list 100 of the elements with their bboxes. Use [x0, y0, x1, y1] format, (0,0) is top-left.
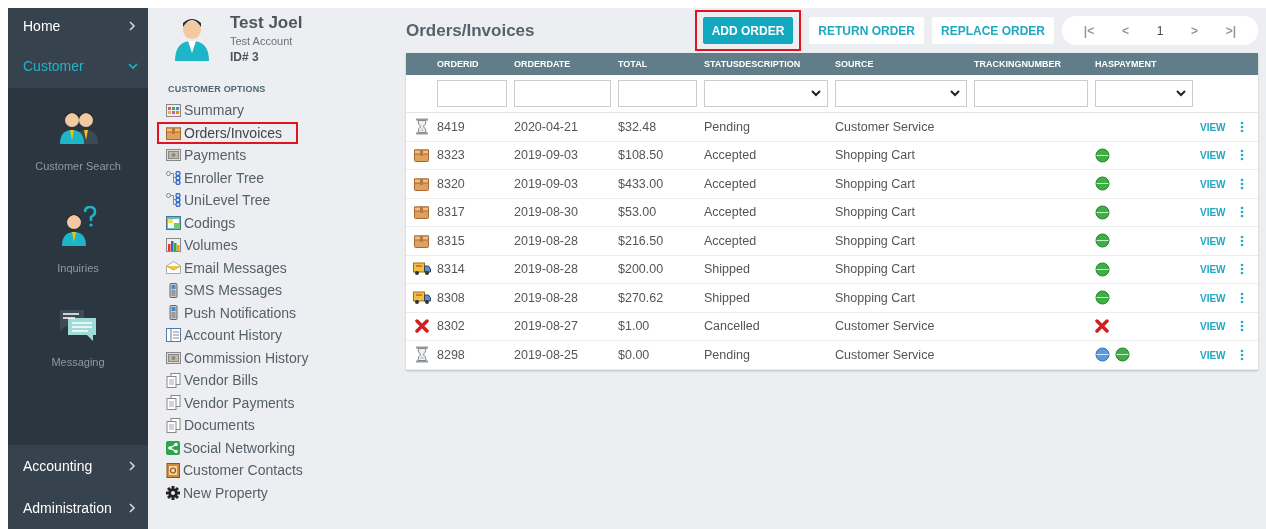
filter-field[interactable] — [514, 80, 611, 107]
banknote-icon — [166, 149, 181, 162]
filter-field[interactable] — [974, 80, 1088, 107]
filter-dropdown[interactable] — [1095, 80, 1193, 107]
option-link[interactable]: Email Messages — [157, 256, 303, 279]
more-icon — [1240, 206, 1244, 219]
page-nav-button[interactable]: >| — [1225, 23, 1237, 38]
column-header[interactable]: ORDERID — [437, 59, 514, 69]
button[interactable]: ADD ORDER — [702, 17, 794, 44]
option-link[interactable]: UniLevel Tree — [157, 189, 287, 212]
table-cell: Shipped — [704, 290, 750, 305]
table-cell: $108.50 — [618, 148, 664, 163]
hierarchy-icon — [166, 170, 181, 185]
view-link[interactable]: VIEW — [1200, 178, 1226, 190]
option-link[interactable]: New Property — [157, 481, 284, 504]
view-link[interactable]: VIEW — [1200, 264, 1226, 276]
column-header[interactable]: SOURCE — [835, 59, 974, 69]
option-link[interactable]: Account History — [157, 324, 299, 347]
mobile-phone-icon — [166, 305, 181, 321]
view-link[interactable]: VIEW — [1200, 292, 1226, 304]
option-link[interactable]: Codings — [157, 211, 252, 234]
customer-name: Test Joel — [230, 13, 303, 33]
view-link[interactable]: VIEW — [1200, 321, 1226, 333]
table-cell: $216.50 — [618, 233, 664, 248]
chevron-right-icon — [128, 461, 138, 471]
option-link[interactable]: Orders/Invoices — [157, 121, 299, 144]
table-cell: Shopping Cart — [835, 262, 915, 277]
column-header[interactable]: HASPAYMENT — [1095, 59, 1200, 69]
chevron-right-icon — [128, 21, 138, 31]
table-cell: 8320 — [437, 176, 465, 191]
caret-down-icon — [1176, 90, 1186, 97]
account-type: Test Account — [230, 35, 294, 47]
filter-dropdown[interactable] — [704, 80, 828, 107]
view-link[interactable]: VIEW — [1200, 150, 1226, 162]
table-cell: Pending — [704, 119, 750, 134]
grid-icon — [166, 103, 181, 117]
option-link[interactable]: Payments — [157, 144, 263, 167]
nav-link[interactable]: Messaging — [51, 356, 105, 368]
button[interactable]: RETURN ORDER — [809, 17, 924, 44]
nav-item[interactable]: Home — [8, 8, 148, 44]
column-header[interactable]: TRACKINGNUMBER — [974, 59, 1095, 69]
table-cell: 8315 — [437, 233, 465, 248]
column-header[interactable]: STATUSDESCRIPTION — [704, 59, 835, 69]
view-link[interactable]: VIEW — [1200, 207, 1226, 219]
page-nav-button[interactable]: < — [1121, 23, 1129, 38]
view-link[interactable]: VIEW — [1200, 121, 1226, 133]
table-cell: $200.00 — [618, 262, 664, 277]
caret-down-icon — [950, 90, 960, 97]
filter-field[interactable] — [437, 80, 507, 107]
table-cell: 2020-04-21 — [514, 119, 578, 134]
page-nav-button[interactable]: > — [1191, 23, 1199, 38]
option-link[interactable]: Push Notifications — [157, 301, 313, 324]
nav-item[interactable]: Accounting — [8, 445, 148, 487]
view-link[interactable]: VIEW — [1200, 349, 1226, 361]
table-cell: $1.00 — [618, 319, 650, 334]
customer-id: ID# 3 — [230, 50, 260, 64]
filter-dropdown[interactable] — [835, 80, 967, 107]
view-link[interactable]: VIEW — [1200, 235, 1226, 247]
option-link[interactable]: Commission History — [157, 346, 325, 369]
option-link[interactable]: Documents — [157, 414, 271, 437]
option-link[interactable]: Customer Contacts — [157, 459, 319, 482]
table-cell: 8419 — [437, 119, 465, 134]
table-cell: Accepted — [704, 233, 757, 248]
table-cell: Shipped — [704, 262, 750, 277]
option-link[interactable]: Summary — [157, 99, 260, 122]
column-header[interactable]: TOTAL — [618, 59, 704, 69]
table-cell: 2019-08-27 — [514, 319, 578, 334]
column-header[interactable]: ORDERDATE — [514, 59, 618, 69]
book-icon — [166, 328, 181, 343]
more-icon — [1240, 291, 1244, 304]
chevron-down-icon — [128, 61, 138, 71]
banknote-icon — [166, 351, 181, 364]
nav-link[interactable]: Inquiries — [57, 262, 99, 274]
filter-field[interactable] — [618, 80, 697, 107]
option-link[interactable]: Enroller Tree — [157, 166, 281, 189]
bar-chart-icon — [166, 238, 181, 253]
table-cell: $32.48 — [618, 119, 657, 134]
pages-icon — [166, 372, 181, 388]
nav-item[interactable]: Customer — [8, 44, 148, 90]
table-cell: 8298 — [437, 347, 465, 362]
chevron-right-icon — [128, 503, 138, 513]
table-cell: Shopping Cart — [835, 290, 915, 305]
more-icon — [1240, 320, 1244, 333]
table-cell: $433.00 — [618, 176, 664, 191]
option-link[interactable]: SMS Messages — [157, 279, 299, 302]
button[interactable]: REPLACE ORDER — [932, 17, 1054, 44]
table-cell: 2019-08-28 — [514, 290, 578, 305]
option-link[interactable]: Social Networking — [157, 436, 312, 459]
more-icon — [1240, 177, 1244, 190]
nav-item[interactable]: Administration — [8, 487, 148, 529]
page-nav-button[interactable]: |< — [1083, 23, 1095, 38]
page-number[interactable]: 1 — [1156, 23, 1164, 38]
pages-icon — [166, 417, 181, 433]
pagination[interactable]: |< < 1 > >| — [1062, 16, 1258, 45]
option-link[interactable]: Vendor Payments — [157, 391, 311, 414]
option-link[interactable]: Vendor Bills — [157, 369, 274, 392]
nav-link[interactable]: Customer Search — [35, 160, 121, 172]
table-cell: 8317 — [437, 205, 465, 220]
table-cell: 2019-08-28 — [514, 262, 578, 277]
option-link[interactable]: Volumes — [157, 234, 254, 257]
